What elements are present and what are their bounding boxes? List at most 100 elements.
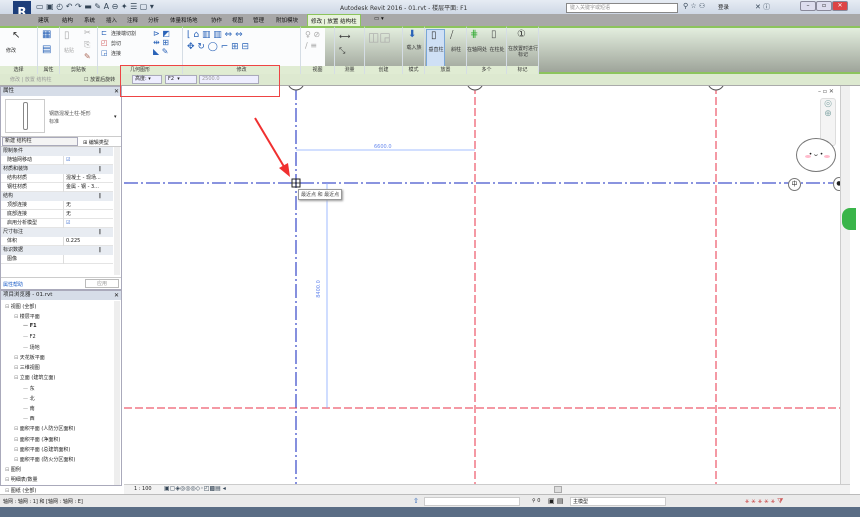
cut-icon[interactable]: ✂ [84, 28, 91, 37]
cope-icon[interactable]: ⊏ [101, 29, 107, 37]
properties-scrollbar[interactable] [114, 147, 120, 275]
property-category[interactable]: 尺寸标注 [1, 228, 113, 237]
view-scale[interactable]: 1 : 100 [134, 486, 152, 492]
tree-node[interactable]: — 场地 [23, 344, 40, 351]
tab-architecture[interactable]: 建筑 [38, 16, 49, 24]
property-value[interactable]: ☑ [63, 219, 111, 228]
property-value[interactable]: 混凝土 - 现场... [63, 174, 111, 183]
tree-node[interactable]: — 北 [23, 395, 35, 402]
floating-widget-icon[interactable] [842, 208, 856, 230]
drawing-canvas[interactable]: 6600.0 8400.0 最近点 和 最近点 – ▫ ✕ ◎ ⊕ • ᴗ • 中… [124, 86, 840, 484]
view-tools-icons[interactable]: ♀ ⊘ ∕ ≡ [305, 29, 320, 51]
tree-node[interactable]: — F1 [23, 323, 37, 329]
tree-leaf-icon[interactable]: — [23, 406, 30, 412]
tree-node[interactable]: ⊟ 立面 (建筑立面) [14, 374, 55, 381]
close-icon[interactable]: ✕ [114, 87, 119, 96]
tree-node-label[interactable]: 东 [30, 386, 35, 392]
tree-node[interactable]: ⊟ 视图 (全部) [5, 303, 36, 310]
property-value[interactable]: 金属 - 钢 - 3... [63, 183, 111, 192]
horizontal-scroll-thumb[interactable] [554, 486, 562, 493]
properties-icon[interactable]: ▤ [42, 44, 51, 55]
tree-node[interactable]: — 西 [23, 415, 35, 422]
cut-geometry-icon[interactable]: ◰ [101, 39, 108, 47]
tab-structure[interactable]: 结构 [62, 16, 73, 24]
tree-node[interactable]: ⊟ 天花板平面 [14, 354, 45, 361]
modify-tools-icons[interactable]: ⌊ ⌂ ▥ ▥ ⇔ ⇔ ✥ ↻ ◯ ⌐ ⊞ ⊟ [187, 29, 249, 53]
instance-filter-select[interactable]: 新建 结构柱 [2, 137, 78, 146]
tab-view[interactable]: 视图 [232, 16, 243, 24]
tree-leaf-icon[interactable]: — [23, 416, 30, 422]
tab-addins[interactable]: 附加模块 [276, 16, 298, 24]
paste-button[interactable]: 粘贴 [64, 48, 74, 54]
tree-node[interactable]: ⊟ 楼层平面 [14, 313, 40, 320]
search-input[interactable]: 键入关键字或短语 [566, 3, 678, 13]
modify-button[interactable]: 修改 [6, 48, 16, 54]
rotate-after-place-checkbox[interactable]: ☐ 放置后旋转 [84, 76, 115, 83]
tree-node-label[interactable]: 图纸 (全部) [11, 488, 37, 494]
match-type-icon[interactable]: ✎ [84, 52, 91, 61]
close-icon[interactable]: ✕ [114, 291, 119, 300]
canvas-vertical-scrollbar[interactable] [840, 86, 850, 486]
cut-geometry-button[interactable]: 剪切 [111, 41, 121, 47]
tree-node[interactable]: ⊟ 面积平面 (防火分区面积) [14, 456, 75, 463]
design-option-select[interactable]: 主模型 [570, 497, 666, 506]
tree-leaf-icon[interactable]: — [23, 396, 30, 402]
properties-help-link[interactable]: 属性帮助 [3, 281, 23, 288]
tree-node-label[interactable]: F2 [30, 334, 36, 340]
tab-insert[interactable]: 插入 [106, 16, 117, 24]
property-category[interactable]: 标识数据 [1, 246, 113, 255]
tree-node-label[interactable]: 面积平面 (人防分区面积) [20, 426, 76, 432]
at-grids-button[interactable]: 在轴网处 [467, 47, 487, 53]
property-value[interactable]: 无 [63, 210, 111, 219]
tab-extra[interactable]: ▭ ▾ [374, 16, 384, 22]
type-selector[interactable]: 钢筋混凝土柱-矩形 标准 ▾ [1, 96, 121, 136]
tab-collaborate[interactable]: 协作 [211, 16, 222, 24]
editable-only-icon[interactable]: ⚲ 0 [532, 498, 540, 504]
tree-node-label[interactable]: 楼层平面 [20, 314, 40, 320]
tab-manage[interactable]: 管理 [253, 16, 264, 24]
minimize-button[interactable]: – [800, 1, 816, 11]
tree-node-label[interactable]: 北 [30, 396, 35, 402]
tree-node[interactable]: — F2 [23, 334, 36, 340]
tree-node-label[interactable]: 南 [30, 406, 35, 412]
property-value[interactable]: 无 [63, 201, 111, 210]
quick-access-toolbar[interactable]: ▭ ▣ ◴ ↶ ↷ ▬ ✎ A ⊖ ✦ ☰ ▢ ▾ [36, 2, 154, 11]
ime-skin-icon[interactable]: ● [833, 177, 840, 191]
apply-button[interactable]: 应用 [85, 279, 119, 288]
login-button[interactable]: 登录 [718, 3, 729, 11]
tree-node-label[interactable]: 视图 (全部) [11, 304, 37, 310]
copy-icon[interactable]: ⎘ [84, 40, 90, 50]
tree-node[interactable]: — 东 [23, 385, 35, 392]
design-options-icon[interactable]: ▣ ▤ [548, 497, 563, 505]
view-control-icons[interactable]: ▣▢◈◎◎◎◇◦◰▩▤ ◂ [164, 485, 226, 492]
view-window-controls[interactable]: – ▫ ✕ [818, 88, 834, 95]
tree-node-label[interactable]: 明细表/数量 [11, 477, 38, 483]
tree-node[interactable]: ⊟ 明细表/数量 [5, 476, 37, 483]
tree-node-label[interactable]: 面积平面 (防火分区面积) [20, 457, 76, 463]
tree-node[interactable]: ⊟ 图例 [5, 466, 21, 473]
workset-select[interactable] [424, 497, 520, 506]
measure-icon[interactable]: ⟷ ⤡ [339, 30, 350, 58]
tree-node-label[interactable]: 天花板平面 [20, 355, 45, 361]
tree-node-label[interactable]: 场地 [30, 345, 40, 351]
tree-node[interactable]: ⊟ 面积平面 (总建筑面积) [14, 446, 70, 453]
tree-node[interactable]: ⊟ 三维视图 [14, 364, 40, 371]
property-category[interactable]: 限制条件 [1, 147, 113, 156]
tree-leaf-icon[interactable]: — [23, 334, 30, 340]
infocenter-icons[interactable]: ⚲ ☆ ⚇ [683, 2, 705, 10]
tree-node[interactable]: — 南 [23, 405, 35, 412]
join-geometry-button[interactable]: 连接 [111, 51, 121, 57]
tag-on-placement-button[interactable]: 在放置时进行标记 [508, 46, 538, 58]
property-value[interactable]: ☑ [63, 156, 111, 165]
property-category[interactable]: 材质和装饰 [1, 165, 113, 174]
tree-node-label[interactable]: 立面 (建筑立面) [20, 375, 56, 381]
cope-button[interactable]: 连接端切割 [111, 31, 136, 37]
browser-scrollbar[interactable] [114, 301, 120, 485]
load-family-button[interactable]: 载入族 [405, 45, 423, 51]
geometry-tools-icon[interactable]: ⊳ ◩ ⇹ ⊞ ◣ ✎ [153, 29, 170, 56]
maximize-button[interactable]: ▫ [816, 1, 832, 11]
tree-node-label[interactable]: 三维视图 [20, 365, 40, 371]
tab-systems[interactable]: 系统 [84, 16, 95, 24]
tree-node-label[interactable]: 面积平面 (净面积) [20, 437, 61, 443]
edit-type-button[interactable]: ⊞ 编辑类型 [83, 139, 109, 146]
